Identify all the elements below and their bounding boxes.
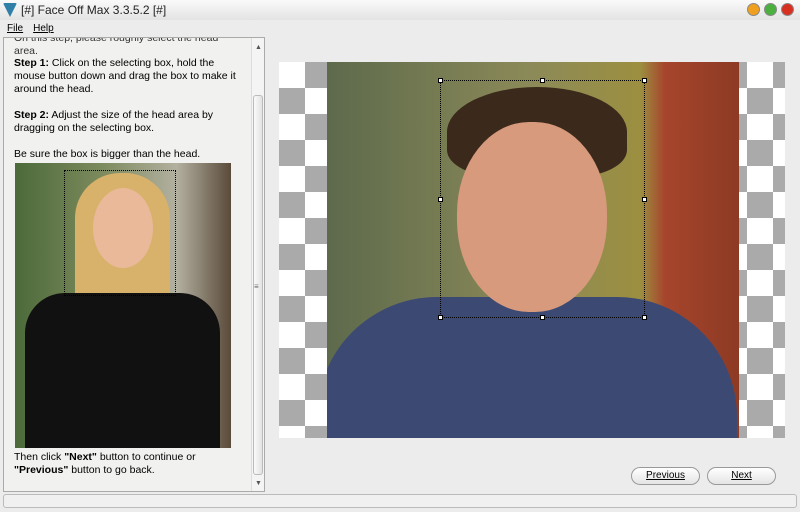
intro-text: On this step, please roughly select the …	[14, 37, 219, 57]
menu-file[interactable]: File	[7, 23, 23, 34]
then-next: "Next"	[64, 451, 97, 463]
step1-label: Step 1:	[14, 57, 50, 69]
app-icon	[3, 3, 17, 17]
example-photo	[15, 163, 231, 448]
close-button[interactable]	[781, 3, 794, 16]
menu-bar: File Help	[0, 20, 800, 36]
head-selection-box[interactable]	[438, 78, 647, 320]
window-title: [#] Face Off Max 3.3.5.2 [#]	[21, 3, 167, 17]
scroll-down-icon[interactable]: ▼	[255, 480, 262, 487]
menu-help[interactable]: Help	[33, 23, 54, 34]
scrollbar[interactable]: ▲ ▼	[251, 38, 264, 491]
then-a: Then click	[14, 451, 65, 463]
previous-button[interactable]: Previous	[631, 467, 700, 485]
image-canvas[interactable]	[279, 62, 785, 438]
maximize-button[interactable]	[764, 3, 777, 16]
example-selection-box	[64, 170, 176, 296]
splitter-handle[interactable]: ≡	[254, 282, 259, 291]
then-b: button to continue or	[96, 451, 196, 463]
step2-label: Step 2:	[14, 109, 50, 121]
then-prev: "Previous"	[14, 464, 69, 476]
then-c: button to go back.	[68, 464, 155, 476]
footer-text: Then click "Next" button to continue or …	[14, 451, 244, 477]
minimize-button[interactable]	[747, 3, 760, 16]
note-text: Be sure the box is bigger than the head.	[14, 148, 201, 160]
step1-text: Step 1: Click on the selecting box, hold…	[14, 57, 244, 96]
next-button[interactable]: Next	[707, 467, 776, 485]
status-bar	[3, 494, 797, 508]
step2-text: Step 2: Adjust the size of the head area…	[14, 109, 244, 135]
scroll-up-icon[interactable]: ▲	[255, 44, 262, 51]
title-bar: [#] Face Off Max 3.3.5.2 [#]	[0, 0, 800, 20]
instructions-panel: On this step, please roughly select the …	[3, 37, 265, 492]
